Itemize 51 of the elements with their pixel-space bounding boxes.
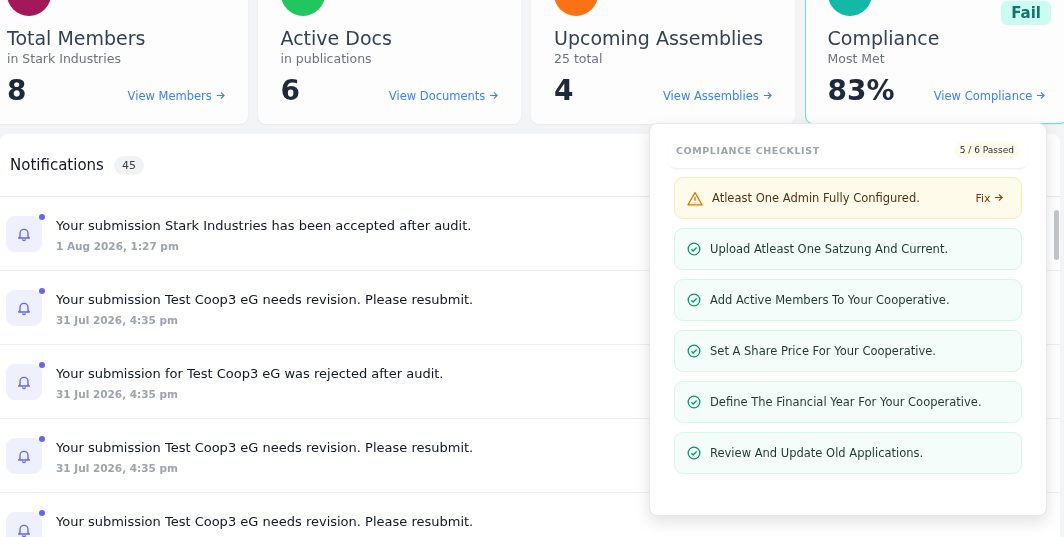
status-badge: Fail <box>1001 1 1051 25</box>
check-circle-icon <box>687 395 701 409</box>
notification-time: 1 Aug 2026, 1:27 pm <box>56 240 180 252</box>
warning-icon <box>687 190 703 206</box>
bell-icon <box>16 448 32 464</box>
count-badge: 45 <box>113 155 144 175</box>
card-title: Upcoming Assemblies <box>554 26 765 50</box>
card-title: Active Docs <box>280 26 393 50</box>
notification-message: Your submission Test Coop3 eG needs revision. Please resubmit. <box>56 514 474 529</box>
notification-message: Your submission for Test Coop3 eG was rejected after audit. <box>56 366 444 381</box>
bell-icon <box>16 300 32 316</box>
card-title: Compliance <box>827 26 941 50</box>
arrow-icon <box>489 91 498 100</box>
card-subtitle: 25 total <box>554 51 604 66</box>
view-link[interactable]: View Documents <box>388 89 498 103</box>
notification-message: Your submission Test Coop3 eG needs revision. Please resubmit. <box>56 292 474 307</box>
notification-time: 31 Jul 2026, 4:35 pm <box>56 462 179 474</box>
check-circle-icon <box>687 242 701 256</box>
panel-title: Notifications <box>10 156 104 174</box>
bell-icon <box>16 522 32 537</box>
card-subtitle: Most Met <box>827 51 886 66</box>
checklist-label: Add Active Members To Your Cooperative. <box>710 293 951 307</box>
arrow-icon <box>1036 91 1045 100</box>
arrow-icon <box>215 91 225 100</box>
checklist-label: Define The Financial Year For Your Cooperative. <box>710 395 983 409</box>
card-value: 8 <box>7 74 27 107</box>
view-link[interactable]: View Members <box>127 89 225 103</box>
card-title: Total Members <box>7 26 147 50</box>
card-subtitle: in publications <box>280 51 373 66</box>
check-circle-icon <box>687 446 701 460</box>
bell-icon <box>16 374 32 390</box>
bell-icon <box>16 226 32 242</box>
check-circle-icon <box>687 344 701 358</box>
checklist-label: Upload Atleast One Satzung And Current. <box>710 242 950 256</box>
card-value: 6 <box>280 74 300 107</box>
notification-message: Your submission Test Coop3 eG needs revision. Please resubmit. <box>56 440 474 455</box>
view-link[interactable]: View Assemblies <box>663 89 772 103</box>
arrow-icon <box>762 91 772 100</box>
arrow-icon <box>994 192 1003 202</box>
notification-time: 31 Jul 2026, 4:35 pm <box>56 314 179 326</box>
card-value: 83% <box>827 74 895 107</box>
card-value: 4 <box>554 74 574 107</box>
passed-badge: 5 / 6 Passed <box>953 142 1020 158</box>
notification-time: 31 Jul 2026, 4:35 pm <box>56 388 179 400</box>
card-subtitle: in Stark Industries <box>7 51 122 66</box>
checklist-label: Review And Update Old Applications. <box>710 446 925 460</box>
check-circle-icon <box>687 293 701 307</box>
checklist-label: Set A Share Price For Your Cooperative. <box>710 344 937 358</box>
checklist-title: COMPLIANCE CHECKLIST <box>676 144 820 156</box>
view-link[interactable]: View Compliance <box>933 89 1045 103</box>
notification-message: Your submission Stark Industries has been accepted after audit. <box>56 218 472 233</box>
